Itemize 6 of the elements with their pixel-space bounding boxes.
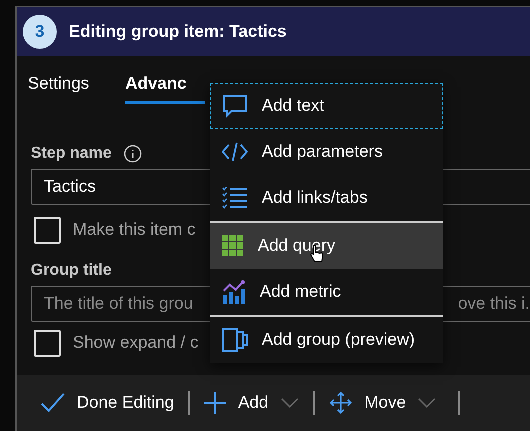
checkbox-label: Show expand / c [73, 333, 199, 354]
checkbox-label: Make this item c [73, 220, 196, 240]
field-label: Step name [31, 144, 112, 163]
step-number: 3 [23, 14, 57, 49]
window-title: Editing group item: Tactics [69, 22, 287, 42]
field-label: Group title [31, 262, 112, 280]
